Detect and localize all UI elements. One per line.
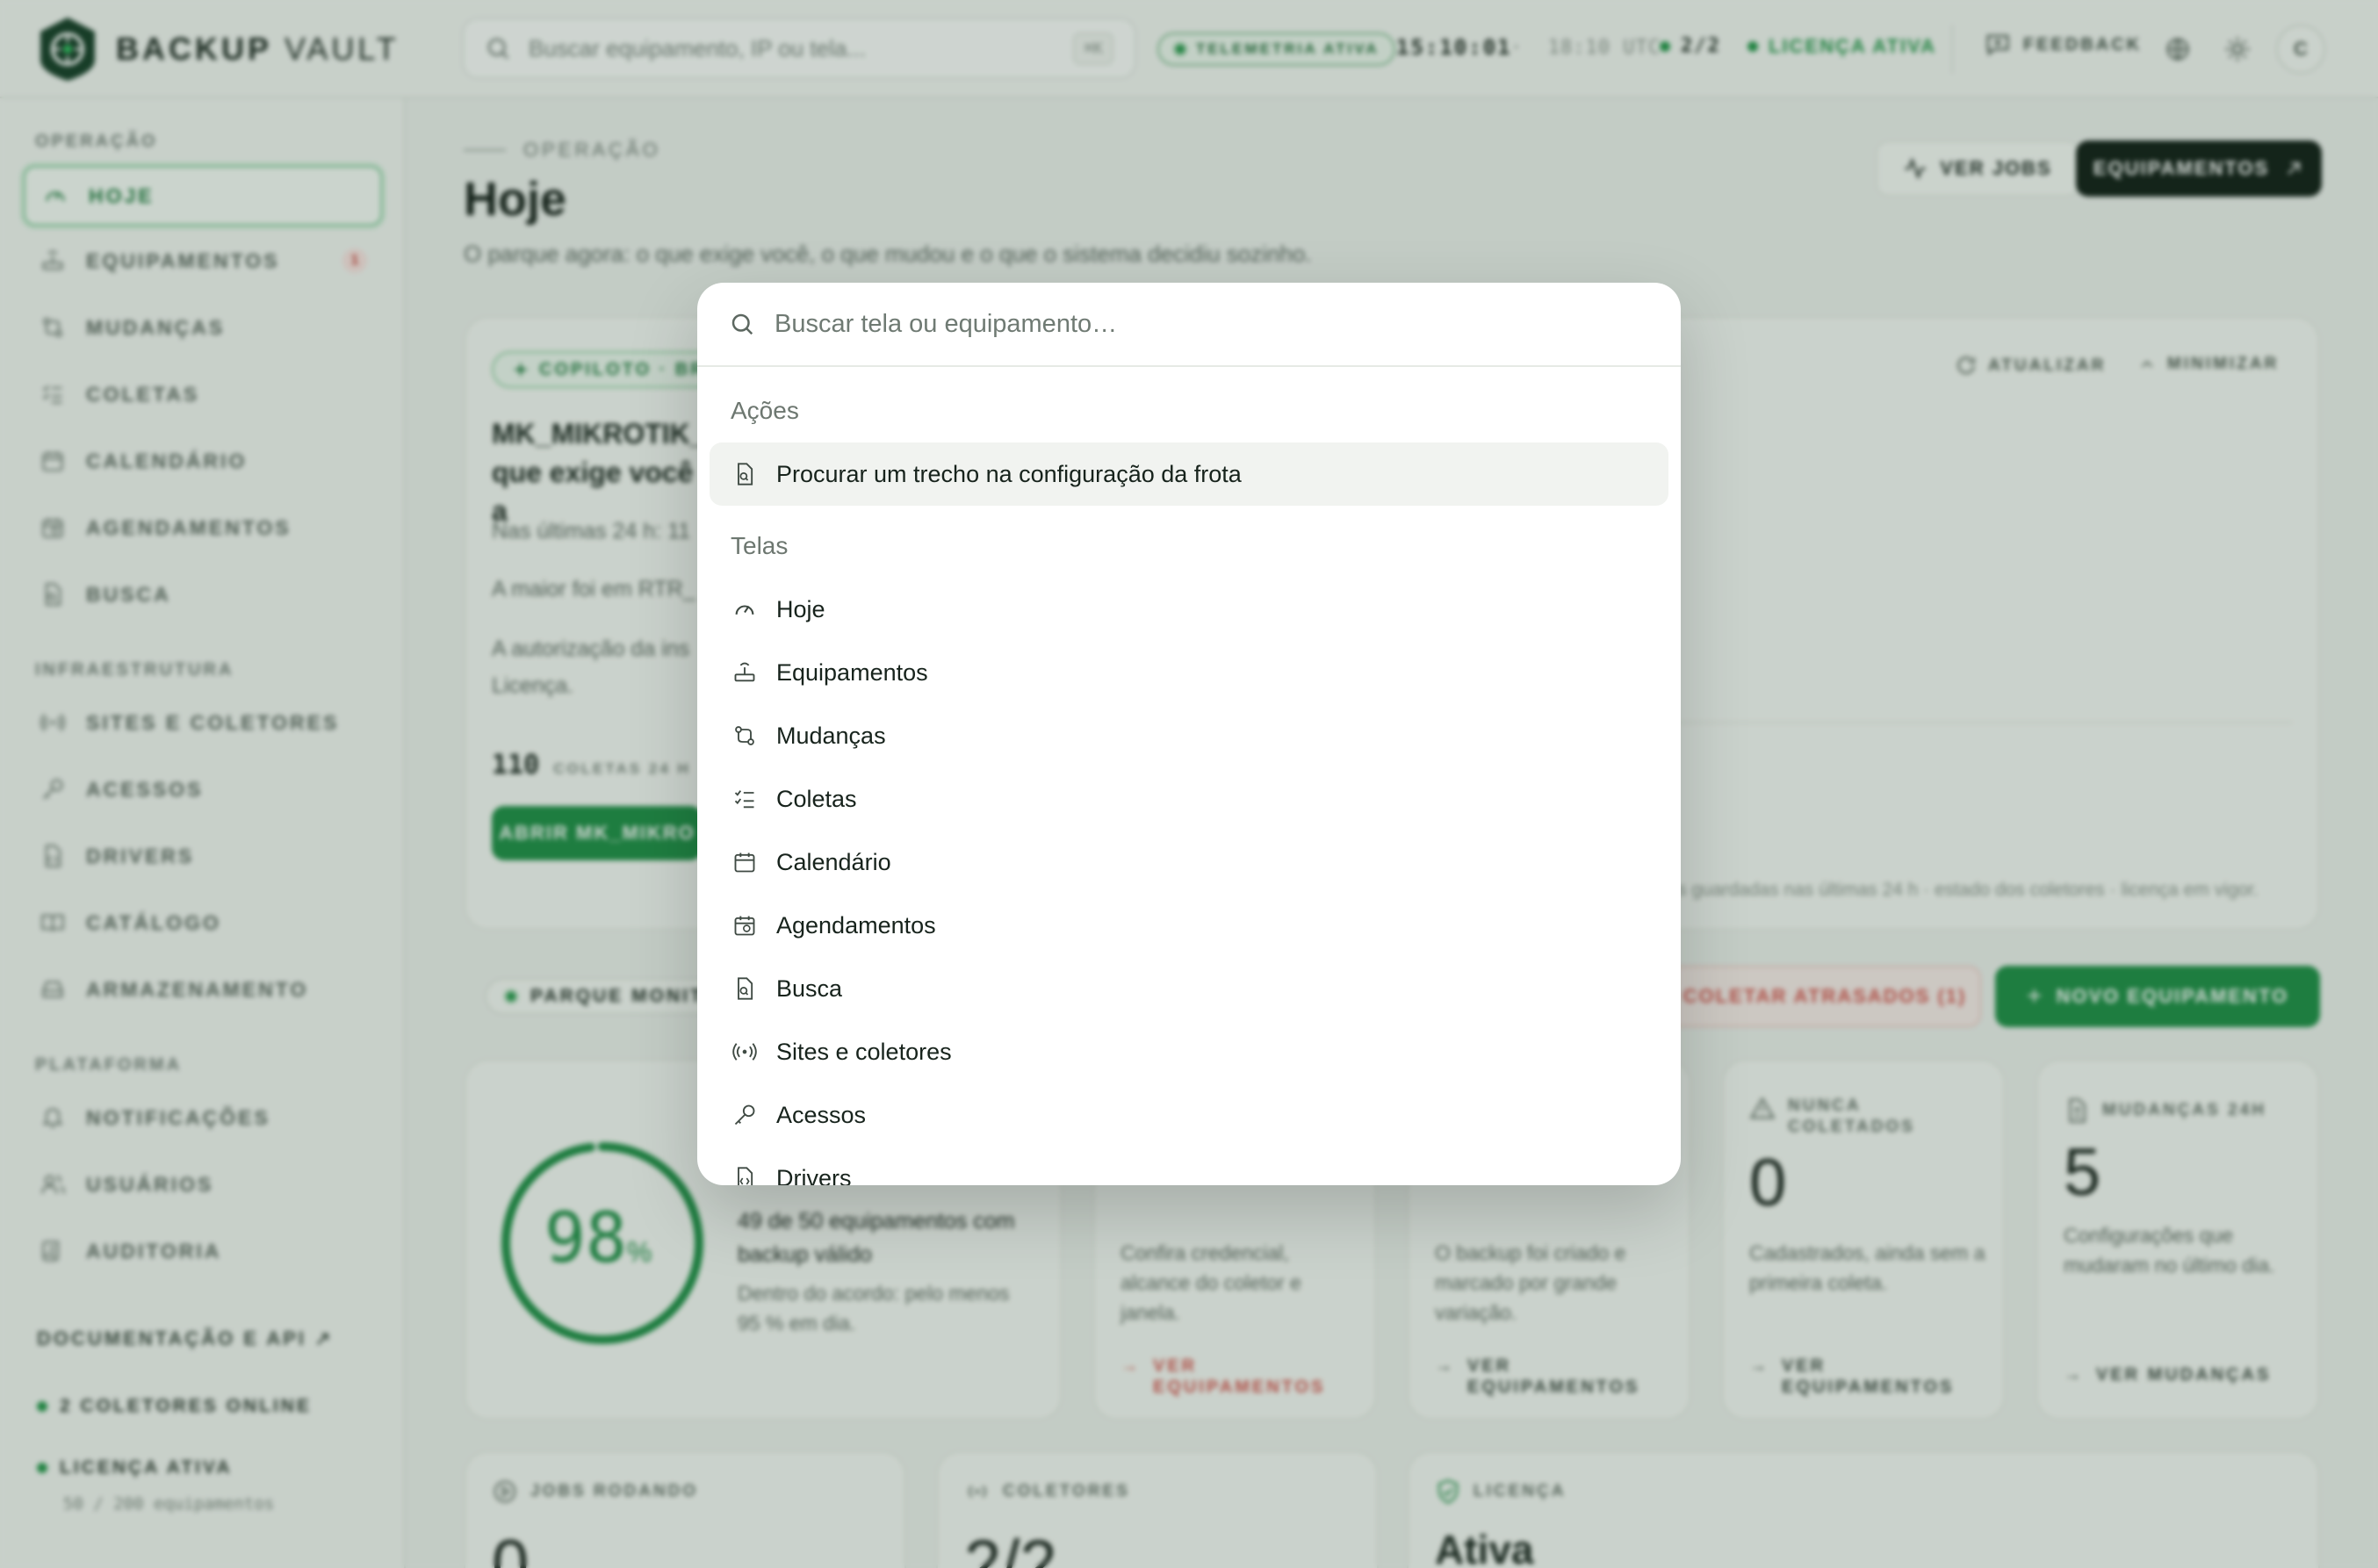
key-icon (734, 1104, 755, 1126)
palette-search (697, 283, 1681, 367)
command-screen-busca[interactable]: Busca (710, 957, 1668, 1020)
command-screen-drivers[interactable]: Drivers (710, 1147, 1668, 1185)
command-palette: Ações Procurar um trecho na configuração… (697, 283, 1681, 1185)
command-screen-mudancas[interactable]: Mudanças (710, 704, 1668, 767)
command-screen-calendario[interactable]: Calendário (710, 831, 1668, 894)
gauge-icon (735, 605, 754, 615)
file-code-icon (738, 1167, 753, 1185)
command-screen-hoje[interactable]: Hoje (710, 578, 1668, 641)
command-search-fleet-config[interactable]: Procurar um trecho na configuração da fr… (710, 442, 1668, 506)
group-label-actions: Ações (731, 397, 799, 424)
command-screen-sites[interactable]: Sites e coletores (710, 1020, 1668, 1083)
calendar-clock-icon (734, 916, 755, 936)
file-search-icon (738, 977, 753, 1000)
git-compare-icon (735, 726, 754, 745)
search-icon (731, 313, 753, 335)
router-icon (734, 662, 755, 682)
command-screen-acessos[interactable]: Acessos (710, 1083, 1668, 1147)
command-screen-equipamentos[interactable]: Equipamentos (710, 641, 1668, 704)
file-search-icon (738, 463, 753, 486)
radio-icon (732, 1043, 757, 1061)
command-screen-coletas[interactable]: Coletas (710, 767, 1668, 831)
list-checks-icon (734, 790, 754, 809)
command-screen-agendamentos[interactable]: Agendamentos (710, 894, 1668, 957)
calendar-icon (734, 852, 755, 873)
palette-search-input[interactable] (775, 309, 1565, 339)
group-label-screens: Telas (731, 532, 789, 559)
